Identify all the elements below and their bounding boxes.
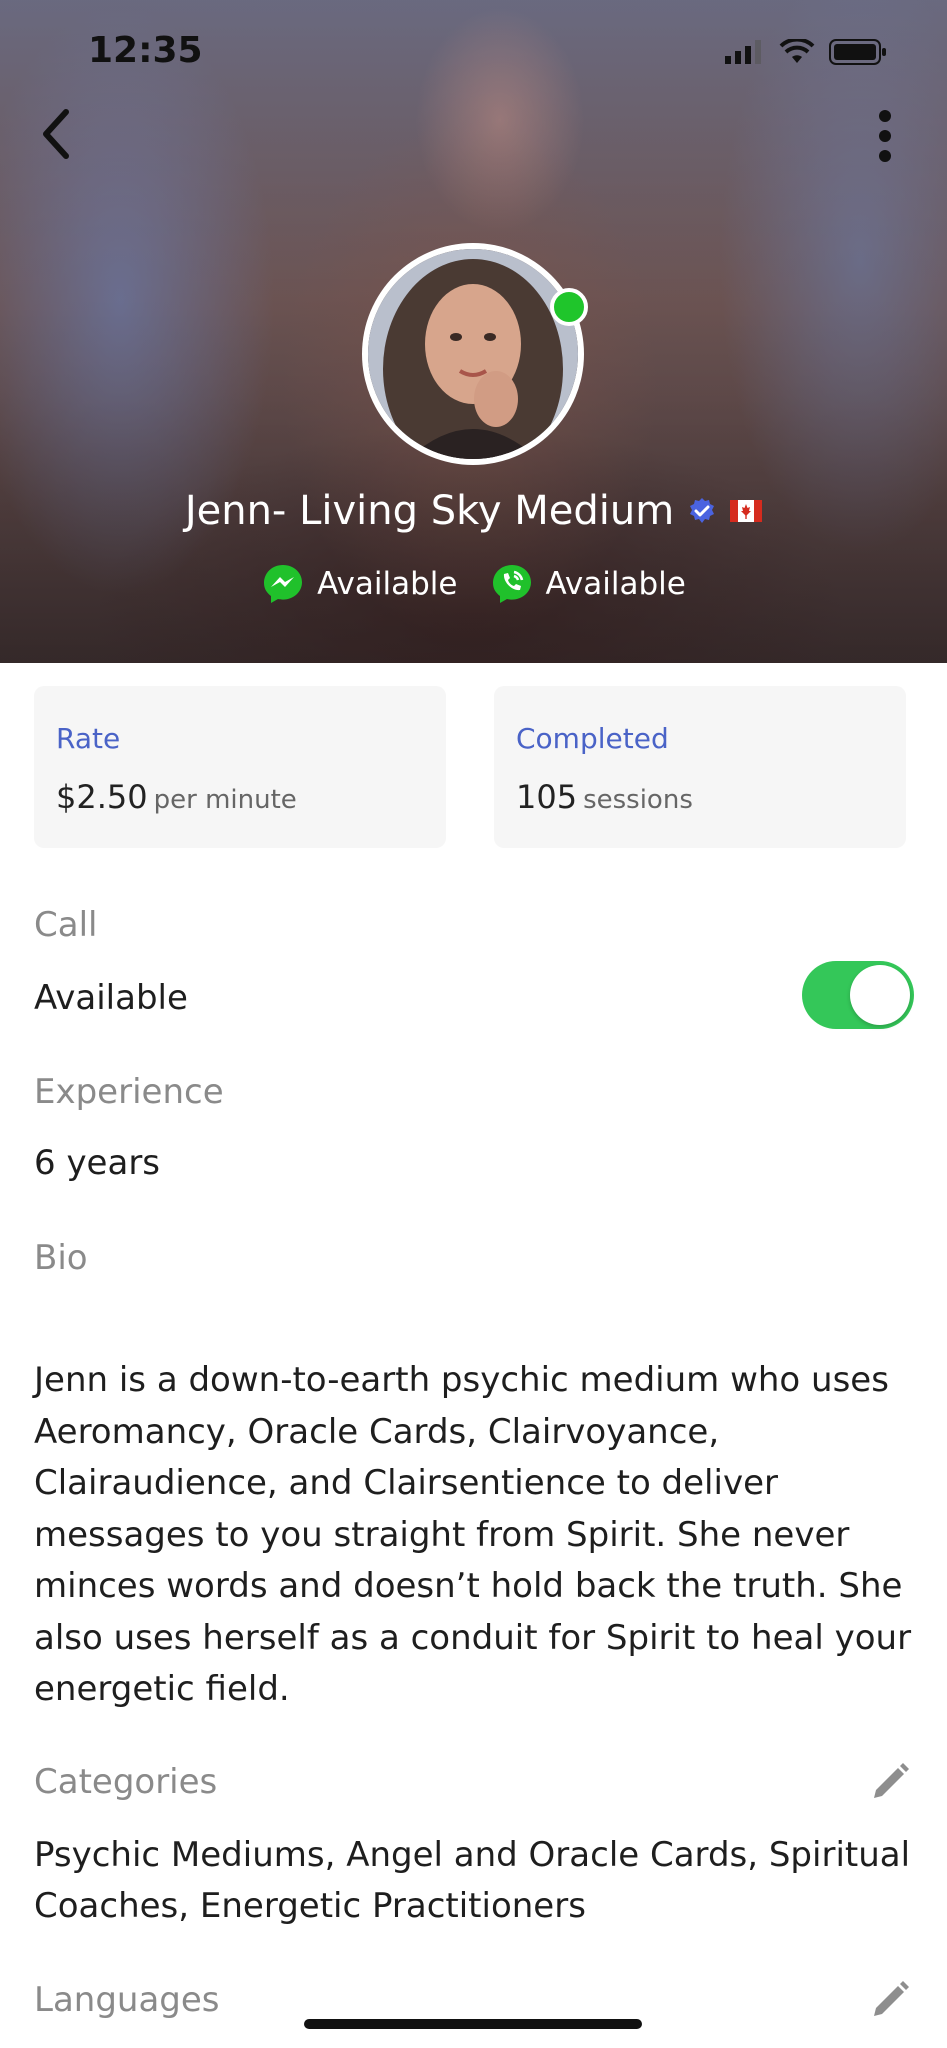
- bio-label: Bio: [34, 1238, 88, 1278]
- more-options-button[interactable]: [875, 110, 895, 162]
- canada-flag-icon: [730, 500, 763, 522]
- phone-call-icon: [492, 565, 531, 603]
- call-availability-toggle[interactable]: [802, 961, 914, 1029]
- experience-label: Experience: [34, 1072, 224, 1112]
- portrait-image: [368, 249, 578, 459]
- experience-value: 6 years: [34, 1143, 161, 1183]
- toggle-knob: [850, 965, 910, 1025]
- rate-label: Rate: [56, 722, 121, 755]
- categories-value: Psychic Mediums, Angel and Oracle Cards,…: [34, 1835, 911, 1926]
- call-label: Call: [34, 905, 98, 945]
- online-status-dot: [550, 288, 588, 326]
- completed-card: Completed 105 sessions: [494, 686, 906, 848]
- wifi-icon: [779, 39, 815, 63]
- battery-icon: [829, 39, 886, 65]
- status-time: 12:35: [88, 30, 203, 71]
- completed-label: Completed: [516, 722, 669, 755]
- verified-badge-icon: [690, 498, 715, 523]
- pencil-icon: [874, 1763, 909, 1798]
- rate-value: $2.50: [56, 778, 148, 816]
- advisor-name-row: Jenn- Living Sky Medium: [0, 488, 947, 534]
- completed-value: 105: [516, 778, 578, 816]
- avatar-image: [368, 249, 578, 459]
- categories-label: Categories: [34, 1762, 218, 1802]
- languages-label: Languages: [34, 1980, 220, 2020]
- avatar: [362, 243, 584, 465]
- edit-categories-button[interactable]: [868, 1760, 912, 1804]
- call-value: Available: [34, 978, 188, 1018]
- availability-row: Available Available: [0, 562, 947, 606]
- status-icons: [725, 38, 887, 66]
- completed-unit: sessions: [583, 785, 693, 815]
- chat-availability: Available: [261, 562, 458, 606]
- call-status-label: Available: [545, 566, 686, 602]
- cellular-signal-icon: [725, 40, 761, 64]
- rate-card: Rate $2.50 per minute: [34, 686, 446, 848]
- call-availability: Available: [490, 562, 686, 606]
- rate-value-row: $2.50 per minute: [56, 778, 297, 816]
- pencil-icon: [874, 1981, 909, 2016]
- advisor-name: Jenn- Living Sky Medium: [184, 488, 675, 534]
- chevron-left-icon: [43, 109, 69, 159]
- messenger-icon: [264, 565, 303, 603]
- home-indicator[interactable]: [304, 2019, 642, 2029]
- edit-languages-button[interactable]: [868, 1978, 912, 2022]
- chat-status-label: Available: [317, 566, 458, 602]
- completed-value-row: 105 sessions: [516, 778, 693, 816]
- back-button[interactable]: [36, 104, 76, 164]
- bio-text: Jenn is a down-to-earth psychic medium w…: [34, 1360, 912, 1709]
- rate-unit: per minute: [153, 785, 297, 815]
- more-vertical-icon: [879, 110, 891, 162]
